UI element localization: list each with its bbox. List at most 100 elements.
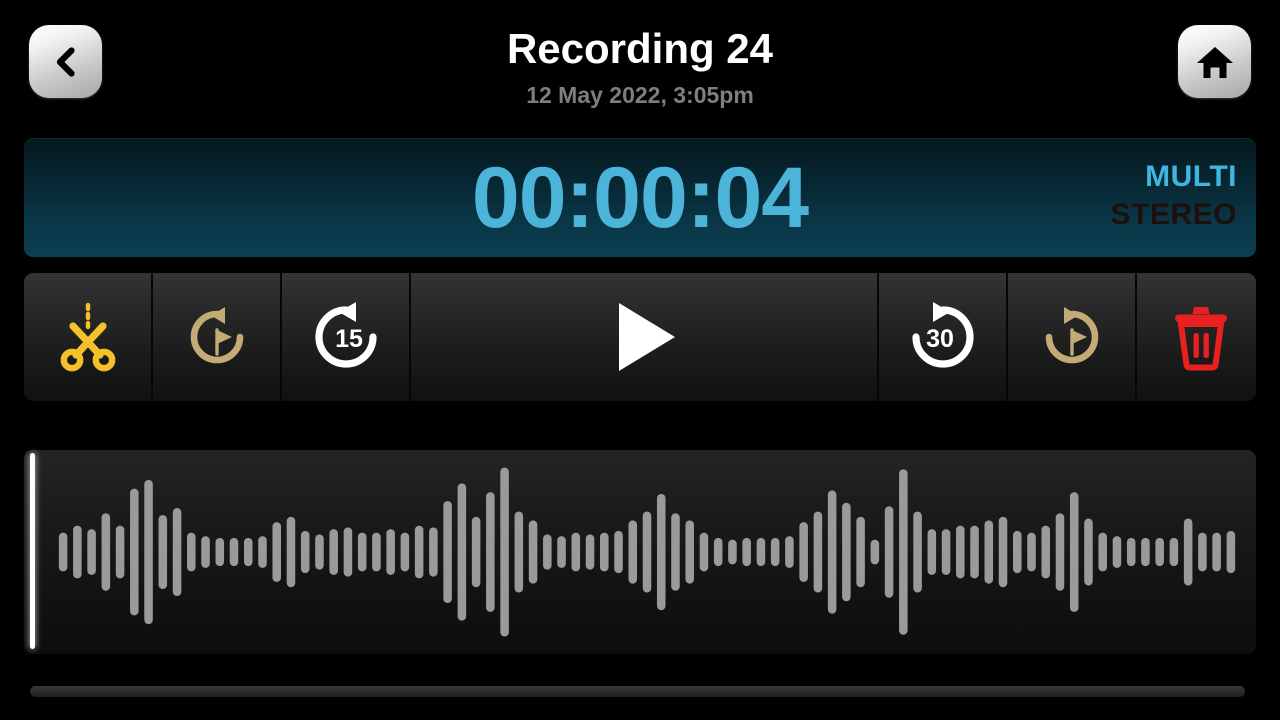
waveform-bar	[699, 532, 709, 572]
waveform-bar	[827, 490, 837, 614]
page-title: Recording 24	[506, 25, 774, 72]
scissors-icon	[55, 302, 121, 372]
play-icon	[606, 298, 682, 376]
waveform-bar	[642, 511, 652, 593]
waveform-bar	[73, 525, 82, 579]
audio-recorder-screen: Recording 24 12 May 2022, 3:05pm 00:00:0…	[0, 0, 1280, 720]
waveform-bar	[372, 532, 381, 572]
waveform-bar	[1141, 537, 1150, 567]
waveform-bar	[970, 525, 979, 579]
waveform-bar	[272, 522, 281, 582]
waveform-bar	[927, 529, 937, 575]
waveform-bar	[628, 520, 638, 584]
waveform-bar	[870, 539, 880, 565]
waveform-bars	[58, 467, 1236, 637]
waveform-bar	[1226, 530, 1236, 574]
waveform-panel[interactable]	[24, 450, 1256, 654]
waveform-bar	[1212, 532, 1221, 572]
mode-labels: MULTI STEREO	[1007, 158, 1237, 234]
scrubber-track[interactable]	[30, 686, 1245, 697]
delete-button[interactable]	[1137, 273, 1256, 401]
waveform-bar	[984, 520, 994, 584]
trash-icon	[1168, 302, 1234, 372]
waveform-bar	[614, 530, 623, 574]
waveform-bar	[1155, 537, 1164, 567]
loop-back-flag-icon	[181, 301, 253, 373]
waveform-bar	[243, 537, 253, 567]
waveform-bar	[671, 513, 680, 591]
waveform-bar	[1169, 537, 1179, 567]
waveform-bar	[443, 500, 452, 604]
waveform-bar	[300, 530, 310, 574]
waveform-bar	[756, 537, 766, 567]
loop-forward-flag-icon	[1036, 301, 1108, 373]
rewind-badge: 15	[335, 325, 363, 353]
waveform-bar	[414, 525, 424, 579]
waveform-bar	[1198, 532, 1207, 572]
waveform-bar	[899, 469, 908, 635]
waveform-bar	[600, 532, 609, 572]
waveform-bar	[315, 534, 324, 570]
playhead-indicator[interactable]	[30, 453, 35, 649]
waveform-bar	[884, 506, 894, 598]
forward-30-button[interactable]: 30	[879, 273, 1006, 401]
waveform-bar	[913, 511, 922, 593]
waveform-bar	[471, 516, 481, 588]
waveform-bar	[813, 511, 823, 593]
rewind-15-button[interactable]: 15	[282, 273, 409, 401]
waveform-bar	[158, 515, 168, 589]
waveform-bar	[400, 532, 410, 572]
waveform-bar	[543, 534, 552, 570]
forward-icon: 30	[903, 297, 983, 377]
timer-panel: 00:00:04 MULTI STEREO	[24, 138, 1256, 257]
waveform-bar	[258, 536, 267, 568]
waveform-bar	[144, 479, 153, 625]
waveform-bar	[1055, 513, 1065, 591]
next-marker-button[interactable]	[1008, 273, 1135, 401]
waveform-bar	[785, 536, 794, 568]
waveform-bar	[486, 492, 495, 612]
waveform-bar	[101, 513, 111, 591]
waveform-bar	[286, 516, 296, 588]
waveform-bar	[799, 522, 808, 582]
waveform-bar	[842, 502, 851, 602]
waveform-bar	[514, 511, 524, 593]
waveform-bar	[187, 532, 196, 572]
rewind-icon: 15	[306, 297, 386, 377]
waveform-bar	[1183, 518, 1193, 586]
waveform-bar	[357, 532, 367, 572]
waveform-bar	[329, 529, 338, 575]
waveform-bar	[130, 488, 139, 616]
waveform-bar	[528, 520, 538, 584]
waveform-bar	[656, 493, 666, 611]
waveform-bar	[998, 516, 1008, 588]
waveform-bar	[343, 527, 353, 577]
waveform-bar	[201, 536, 210, 568]
page-subtitle: 12 May 2022, 3:05pm	[526, 82, 754, 108]
waveform-bar	[215, 537, 225, 567]
home-button[interactable]	[1178, 25, 1251, 98]
waveform-bar	[770, 537, 780, 567]
mode-badge-multi: MULTI	[1145, 160, 1237, 193]
waveform-bar	[386, 529, 395, 575]
transport-toolbar: 15 30	[24, 273, 1256, 401]
waveform-bar	[58, 532, 68, 572]
waveform-bar	[1112, 536, 1122, 568]
waveform-bar	[585, 534, 595, 570]
forward-badge: 30	[926, 325, 954, 353]
header-bar: Recording 24 12 May 2022, 3:05pm	[0, 0, 1280, 125]
waveform-bar	[457, 483, 467, 621]
waveform-bar	[500, 467, 509, 637]
play-button[interactable]	[411, 273, 877, 401]
trim-button[interactable]	[24, 273, 151, 401]
scrubber[interactable]	[0, 660, 1280, 720]
waveform-bar	[856, 516, 865, 588]
previous-marker-button[interactable]	[153, 273, 280, 401]
waveform-bar	[685, 520, 694, 584]
waveform-bar	[1098, 532, 1107, 572]
waveform-bar	[728, 539, 737, 565]
waveform-bar	[1041, 525, 1051, 579]
waveform-bar	[87, 529, 96, 575]
home-icon	[1195, 42, 1235, 82]
waveform-bar	[571, 532, 581, 572]
